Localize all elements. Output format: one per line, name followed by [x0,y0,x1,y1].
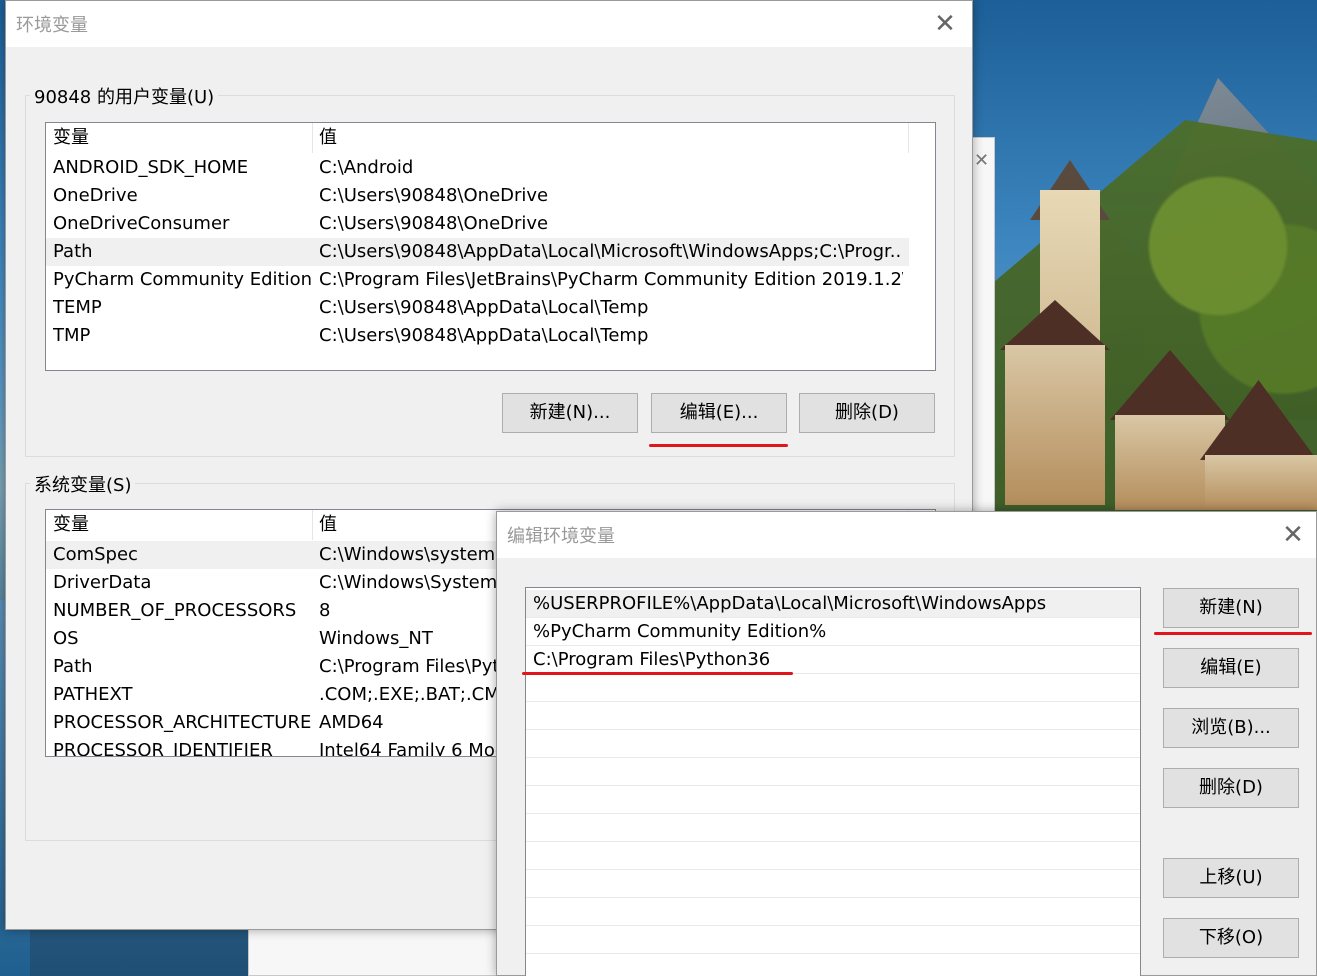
list-item[interactable]: C:\Program Files\Python36 [526,646,1140,674]
empty-list-row [526,758,1140,786]
path-entries-list[interactable]: %USERPROFILE%\AppData\Local\Microsoft\Wi… [525,587,1141,976]
variable-name: Path [53,656,93,677]
variable-value: C:\Users\90848\OneDrive [319,213,549,234]
variable-name: TMP [53,325,91,346]
annotation-underline [522,672,793,675]
column-header-variable[interactable]: 变量 [46,510,313,540]
title-bar: 环境变量 ✕ [6,1,972,47]
edit-environment-variable-dialog: 编辑环境变量 ✕ %USERPROFILE%\AppData\Local\Mic… [496,511,1317,976]
variable-value: C:\Users\90848\AppData\Local\Microsoft\W… [319,241,903,262]
empty-list-row [526,898,1140,926]
variable-name: OneDrive [53,185,138,206]
variable-value: C:\Users\90848\OneDrive [319,185,549,206]
variable-name: PyCharm Community Edition [53,269,311,290]
close-icon[interactable]: ✕ [1276,518,1310,552]
empty-list-row [526,842,1140,870]
wallpaper-house [1005,345,1105,505]
delete-user-variable-button[interactable]: 删除(D) [799,393,935,433]
list-item[interactable]: %PyCharm Community Edition% [526,618,1140,646]
delete-entry-button[interactable]: 删除(D) [1163,768,1299,808]
variable-name: ANDROID_SDK_HOME [53,157,249,178]
empty-list-row [526,814,1140,842]
annotation-underline [649,444,788,447]
variable-name: Path [53,241,93,262]
system-variables-label: 系统变量(S) [30,471,136,497]
table-row[interactable]: TEMP C:\Users\90848\AppData\Local\Temp [46,294,909,322]
table-row[interactable]: ANDROID_SDK_HOME C:\Android [46,154,909,182]
variable-name: OS [53,628,79,649]
variable-name: PROCESSOR_ARCHITECTURE [53,712,311,733]
table-row[interactable]: OneDrive C:\Users\90848\OneDrive [46,182,909,210]
variable-name: ComSpec [53,544,138,565]
list-header: 变量 值 [46,123,935,153]
variable-name: PATHEXT [53,684,133,705]
column-header-value[interactable]: 值 [313,123,909,153]
annotation-underline [1154,632,1312,635]
close-icon: ✕ [974,150,990,171]
empty-list-row [526,954,1140,976]
variable-value: C:\Users\90848\AppData\Local\Temp [319,325,649,346]
variable-name: TEMP [53,297,102,318]
table-row[interactable]: OneDriveConsumer C:\Users\90848\OneDrive [46,210,909,238]
empty-list-row [526,926,1140,954]
table-row-selected[interactable]: Path C:\Users\90848\AppData\Local\Micros… [46,238,909,266]
variable-name: OneDriveConsumer [53,213,230,234]
empty-list-row [526,730,1140,758]
title-bar: 编辑环境变量 ✕ [497,512,1316,558]
wallpaper-house [1205,455,1317,510]
list-item[interactable]: %USERPROFILE%\AppData\Local\Microsoft\Wi… [526,590,1140,618]
variable-value: C:\Users\90848\AppData\Local\Temp [319,297,649,318]
user-variables-label: 90848 的用户变量(U) [30,83,219,109]
edit-user-variable-button[interactable]: 编辑(E)... [651,393,787,433]
new-entry-button[interactable]: 新建(N) [1163,588,1299,628]
variable-value: C:\Program Files\JetBrains\PyCharm Commu… [319,269,903,290]
new-user-variable-button[interactable]: 新建(N)... [502,393,638,433]
empty-list-row [526,870,1140,898]
empty-list-row [526,674,1140,702]
column-header-variable[interactable]: 变量 [46,123,313,153]
browse-button[interactable]: 浏览(B)... [1163,708,1299,748]
empty-list-row [526,702,1140,730]
edit-entry-button[interactable]: 编辑(E) [1163,648,1299,688]
variable-value: C:\Android [319,157,414,178]
variable-name: PROCESSOR_IDENTIFIER [53,740,273,757]
window-title: 编辑环境变量 [507,526,615,547]
table-row[interactable]: TMP C:\Users\90848\AppData\Local\Temp [46,322,909,350]
user-variables-list[interactable]: 变量 值 ANDROID_SDK_HOME C:\Android OneDriv… [45,122,936,371]
empty-list-row [526,786,1140,814]
variable-name: NUMBER_OF_PROCESSORS [53,600,297,621]
variable-name: DriverData [53,572,152,593]
table-row[interactable]: PyCharm Community Edition C:\Program Fil… [46,266,909,294]
window-title: 环境变量 [16,15,88,36]
move-down-button[interactable]: 下移(O) [1163,918,1299,958]
move-up-button[interactable]: 上移(U) [1163,858,1299,898]
close-icon[interactable]: ✕ [928,7,962,41]
